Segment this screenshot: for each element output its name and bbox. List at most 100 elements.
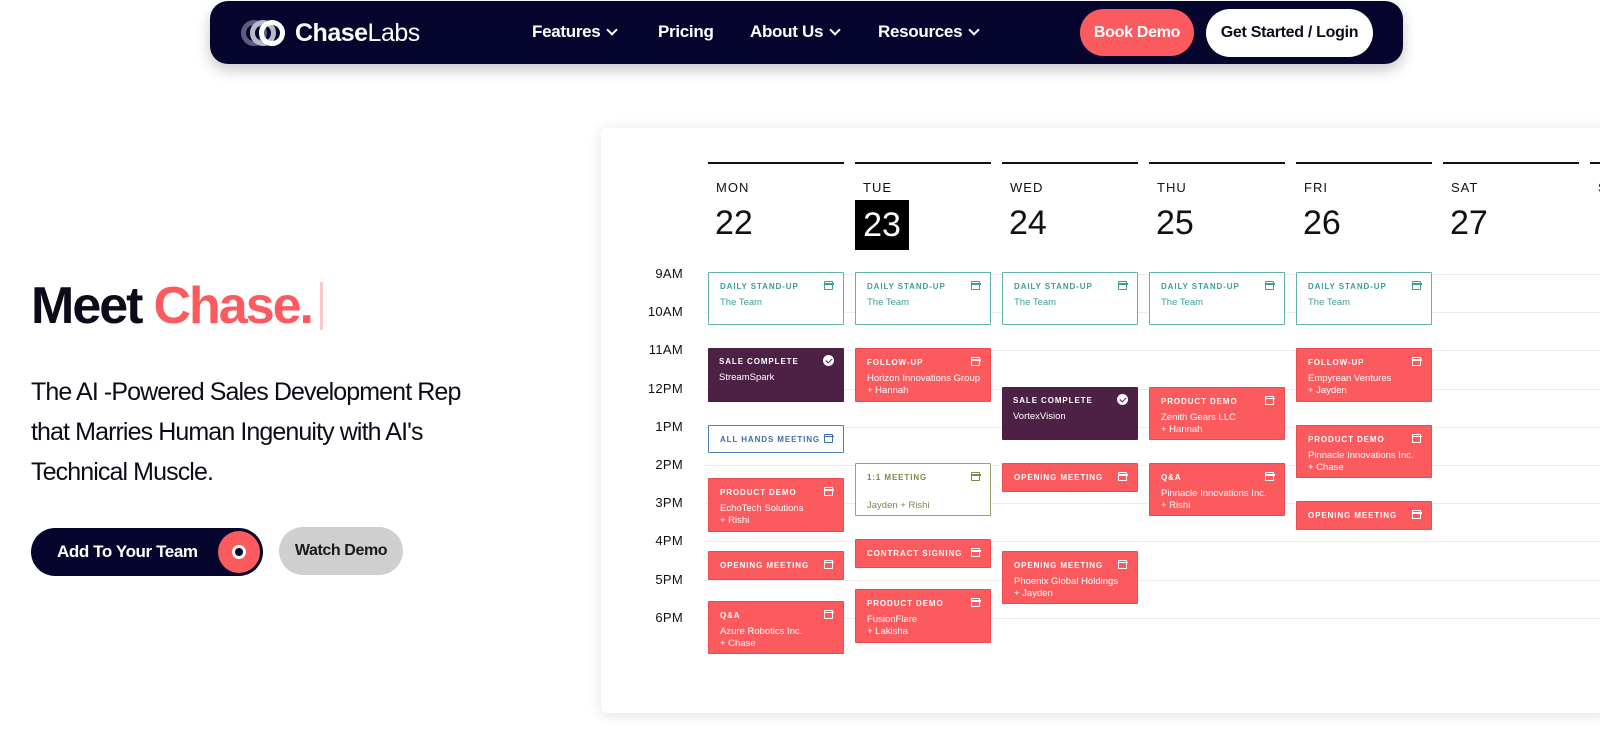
calendar-event-opening-meeting[interactable]: OPENING MEETING bbox=[1296, 501, 1432, 530]
event-details: The Team bbox=[867, 297, 980, 309]
event-detail-line: StreamSpark bbox=[719, 372, 775, 384]
day-name: MON bbox=[716, 180, 750, 195]
add-to-team-label: Add To Your Team bbox=[57, 542, 198, 561]
event-title: OPENING MEETING bbox=[1014, 473, 1104, 482]
hero-title: Meet Chase. bbox=[31, 276, 324, 336]
calendar-event-product-demo[interactable]: PRODUCT DEMO FusionFlare + Lakisha bbox=[855, 589, 991, 643]
event-detail-line: VortexVision bbox=[1013, 410, 1066, 422]
day-column-thu: THU 25 bbox=[1149, 162, 1285, 242]
event-detail-line: Zenith Gears LLC bbox=[1161, 411, 1236, 423]
event-title: SALE COMPLETE bbox=[719, 357, 799, 367]
calendar-event-opening-meeting[interactable]: OPENING MEETING Phoenix Global Holdings + … bbox=[1002, 550, 1138, 605]
time-label: 10AM bbox=[647, 304, 683, 320]
time-label: 2PM bbox=[655, 457, 683, 472]
calendar-event-product-demo[interactable]: PRODUCT DEMO Pinnacle Innovations Inc. + C… bbox=[1296, 424, 1432, 479]
event-details: The Team bbox=[1161, 297, 1274, 309]
calendar-event-sale-complete[interactable]: SALE COMPLETE StreamSpark bbox=[708, 348, 844, 402]
calendar-icon bbox=[1411, 281, 1422, 290]
time-label: 1PM bbox=[655, 418, 683, 434]
day-column-fri: FRI 26 bbox=[1296, 162, 1432, 242]
day-column-mon: MON 22 bbox=[708, 162, 844, 242]
event-title: FOLLOW-UP bbox=[867, 358, 924, 368]
calendar-event-sale-complete[interactable]: SALE COMPLETE VortexVision bbox=[1002, 386, 1138, 441]
add-to-your-team-button[interactable]: Add To Your Team bbox=[31, 528, 263, 576]
day-number[interactable]: 27 bbox=[1450, 204, 1488, 243]
calendar-icon bbox=[1264, 281, 1275, 290]
calendar-event-daily-stand-up[interactable]: DAILY STAND-UP The Team bbox=[855, 272, 991, 326]
calendar-event-opening-meeting[interactable]: OPENING MEETING bbox=[708, 550, 844, 580]
event-details: Pinnacle Innovations Inc. + Chase bbox=[1308, 450, 1421, 474]
event-details: The Team bbox=[720, 297, 833, 309]
calendar-event-follow-up[interactable]: FOLLOW-UP Empyrean Ventures + Jayden bbox=[1296, 348, 1432, 402]
typing-cursor bbox=[320, 282, 324, 330]
event-detail-line: FusionFlare bbox=[867, 614, 918, 626]
event-detail-line: The Team bbox=[1014, 297, 1057, 308]
calendar-event-daily-stand-up[interactable]: DAILY STAND-UP The Team bbox=[1149, 272, 1285, 326]
calendar-icon bbox=[970, 357, 981, 367]
calendar-event-daily-stand-up[interactable]: DAILY STAND-UP The Team bbox=[1296, 272, 1432, 326]
event-detail-line: The Team bbox=[1161, 297, 1204, 308]
hero-title-accent: Chase. bbox=[153, 277, 314, 335]
calendar-icon bbox=[823, 487, 834, 497]
check-circle-icon bbox=[1117, 393, 1128, 405]
calendar-event-all-hands-meeting[interactable]: ALL HANDS MEETING bbox=[708, 424, 844, 454]
event-detail-line: + Jayden bbox=[1308, 385, 1347, 397]
nav-features[interactable]: Features bbox=[532, 22, 619, 42]
nav-pricing-label: Pricing bbox=[658, 22, 714, 41]
event-title: FOLLOW-UP bbox=[1308, 358, 1365, 368]
event-detail-line: + Rishi bbox=[720, 515, 750, 527]
event-details: StreamSpark bbox=[719, 372, 834, 384]
day-column-sat: SAT 27 bbox=[1443, 162, 1579, 242]
day-number[interactable]: 26 bbox=[1303, 204, 1341, 243]
event-title: SALE COMPLETE bbox=[1013, 395, 1093, 405]
calendar-event-1-1-meeting[interactable]: 1:1 MEETING Jayden + Rishi bbox=[855, 463, 991, 517]
calendar-event-opening-meeting[interactable]: OPENING MEETING bbox=[1002, 463, 1138, 492]
calendar-event-q-a[interactable]: Q&A Azure Robotics Inc. + Chase bbox=[708, 600, 844, 654]
day-number[interactable]: 24 bbox=[1009, 204, 1047, 243]
calendar-event-product-demo[interactable]: PRODUCT DEMO Zenith Gears LLC + Hannah bbox=[1149, 386, 1285, 441]
calendar-event-product-demo[interactable]: PRODUCT DEMO EchoTech Solutions + Rishi bbox=[708, 478, 844, 532]
logo-text: ChaseLabs bbox=[295, 18, 420, 47]
calendar-icon bbox=[970, 281, 981, 290]
event-details: The Team bbox=[1308, 297, 1421, 309]
watch-demo-button[interactable]: Watch Demo bbox=[279, 527, 403, 575]
calendar-icon bbox=[1117, 472, 1128, 481]
calendar-icon bbox=[823, 433, 834, 443]
event-details: The Team bbox=[1014, 297, 1127, 309]
event-detail-line: + Jayden bbox=[1014, 587, 1053, 599]
event-title: PRODUCT DEMO bbox=[720, 488, 797, 498]
calendar-event-q-a[interactable]: Q&A Pinnacle Innovations Inc. + Rishi bbox=[1149, 463, 1285, 517]
event-detail-line: Horizon Innovations Group bbox=[867, 373, 981, 385]
calendar-event-daily-stand-up[interactable]: DAILY STAND-UP The Team bbox=[708, 272, 844, 326]
nav-about-us[interactable]: About Us bbox=[750, 22, 841, 42]
get-started-login-button[interactable]: Get Started / Login bbox=[1206, 9, 1373, 57]
event-title: OPENING MEETING bbox=[1308, 511, 1398, 521]
event-title: DAILY STAND-UP bbox=[1308, 282, 1387, 291]
event-detail-line bbox=[867, 488, 980, 500]
day-name: FRI bbox=[1304, 180, 1328, 195]
time-label: 12PM bbox=[647, 380, 683, 396]
time-label: 4PM bbox=[655, 533, 683, 549]
event-detail-line: + Rishi bbox=[1161, 500, 1191, 511]
calendar-event-daily-stand-up[interactable]: DAILY STAND-UP The Team bbox=[1002, 272, 1138, 326]
nav-pricing[interactable]: Pricing bbox=[658, 22, 714, 42]
event-title: PRODUCT DEMO bbox=[867, 599, 944, 609]
day-number-today[interactable]: 23 bbox=[855, 200, 909, 250]
hour-gridline bbox=[705, 579, 1600, 581]
day-number[interactable]: 25 bbox=[1156, 204, 1194, 243]
event-detail-line: Jayden + Rishi bbox=[867, 500, 930, 511]
calendar-event-contract-signing[interactable]: CONTRACT SIGNING bbox=[855, 539, 991, 569]
event-title: CONTRACT SIGNING bbox=[867, 549, 963, 559]
nav-resources[interactable]: Resources bbox=[878, 22, 980, 42]
calendar-icon bbox=[1117, 559, 1128, 569]
time-label: 11AM bbox=[648, 342, 683, 358]
day-column-tue: TUE 23 bbox=[855, 162, 991, 250]
day-number[interactable]: 22 bbox=[715, 204, 753, 243]
calendar-event-follow-up[interactable]: FOLLOW-UP Horizon Innovations Group + Hann… bbox=[855, 348, 991, 402]
event-title: DAILY STAND-UP bbox=[720, 282, 799, 291]
calendar-icon bbox=[1264, 472, 1275, 481]
chevron-down-icon bbox=[829, 24, 841, 36]
calendar-icon bbox=[823, 609, 834, 619]
chaselabs-logo[interactable]: ChaseLabs bbox=[241, 17, 420, 49]
book-demo-button[interactable]: Book Demo bbox=[1080, 9, 1194, 56]
